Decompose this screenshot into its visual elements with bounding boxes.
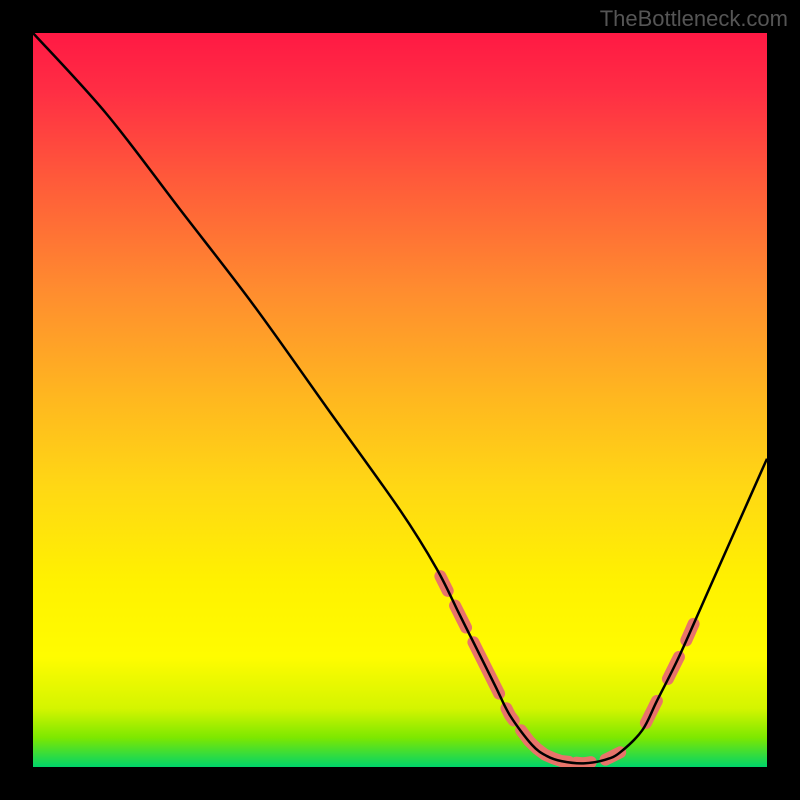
bottleneck-curve (33, 33, 767, 763)
highlight-segments (440, 576, 693, 763)
chart-area (33, 33, 767, 767)
watermark-text: TheBottleneck.com (600, 6, 788, 32)
curve-svg (33, 33, 767, 767)
highlight-segment (521, 730, 569, 762)
